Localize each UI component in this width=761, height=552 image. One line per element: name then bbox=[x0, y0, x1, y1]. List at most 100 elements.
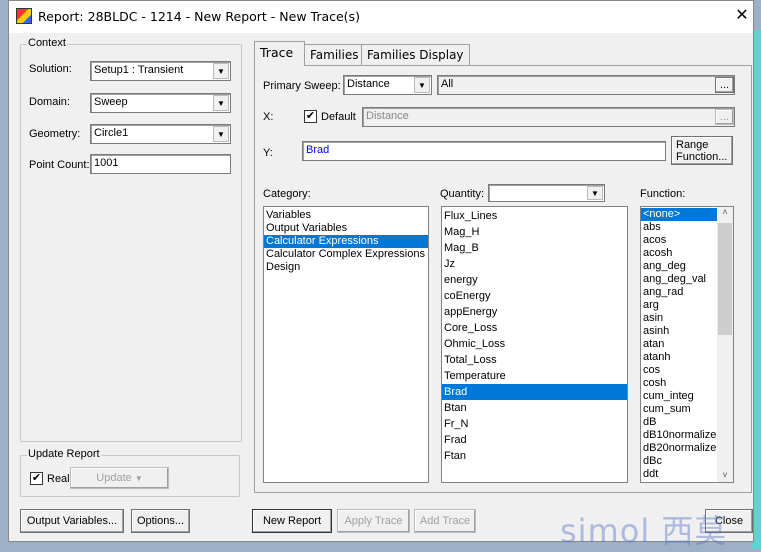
x-expression-field: Distance bbox=[362, 107, 735, 127]
function-item[interactable]: abs bbox=[641, 221, 718, 234]
category-list[interactable]: Variables Output Variables Calculator Expr… bbox=[263, 206, 429, 483]
function-item[interactable]: atan bbox=[641, 338, 718, 351]
quantity-item[interactable]: coEnergy bbox=[442, 288, 627, 304]
sweep-range-field: All bbox=[437, 75, 735, 95]
quantity-item[interactable]: Temperature bbox=[442, 368, 627, 384]
function-item[interactable]: acosh bbox=[641, 247, 718, 260]
quantity-item[interactable]: Total_Loss bbox=[442, 352, 627, 368]
quantity-item[interactable]: Mag_B bbox=[442, 240, 627, 256]
function-item[interactable]: dB20normalize bbox=[641, 442, 718, 455]
chevron-down-icon: ▼ bbox=[587, 186, 603, 200]
apply-trace-button[interactable]: Apply Trace bbox=[337, 509, 410, 533]
quantity-item[interactable]: Core_Loss bbox=[442, 320, 627, 336]
new-report-button[interactable]: New Report bbox=[252, 509, 332, 533]
geometry-label: Geometry: bbox=[29, 128, 81, 140]
chevron-down-icon: ▼ bbox=[213, 63, 229, 79]
function-item[interactable]: <none> bbox=[641, 208, 718, 221]
scrollbar-thumb[interactable] bbox=[718, 223, 732, 335]
category-item[interactable]: Variables bbox=[264, 209, 428, 222]
category-item[interactable]: Calculator Expressions bbox=[264, 235, 428, 248]
sweep-range-value: All bbox=[441, 78, 454, 90]
category-item[interactable]: Calculator Complex Expressions bbox=[264, 248, 428, 261]
quantity-item[interactable]: Ftan bbox=[442, 448, 627, 464]
function-item[interactable]: asinh bbox=[641, 325, 718, 338]
quantity-item[interactable]: Frad bbox=[442, 432, 627, 448]
scroll-down-icon[interactable]: ˅ bbox=[717, 470, 733, 480]
quantity-label: Quantity: bbox=[440, 188, 485, 200]
quantity-item[interactable]: Mag_H bbox=[442, 224, 627, 240]
chevron-down-icon: ▼ bbox=[213, 95, 229, 111]
output-variables-button[interactable]: Output Variables... bbox=[20, 509, 124, 533]
function-item[interactable]: ang_rad bbox=[641, 286, 718, 299]
category-item[interactable]: Output Variables bbox=[264, 222, 428, 235]
function-item[interactable]: dBc bbox=[641, 455, 718, 468]
geometry-value: Circle1 bbox=[94, 127, 129, 139]
function-item[interactable]: ang_deg_val bbox=[641, 273, 718, 286]
range-function-line1: Range bbox=[676, 138, 709, 151]
close-icon[interactable]: ✕ bbox=[731, 5, 753, 27]
solution-label: Solution: bbox=[29, 63, 72, 75]
quantity-item[interactable]: Brad bbox=[442, 384, 627, 400]
update-report-label: Update Report bbox=[27, 448, 101, 460]
function-item[interactable]: atanh bbox=[641, 351, 718, 364]
domain-select[interactable]: Sweep ▼ bbox=[90, 93, 231, 113]
quantity-item[interactable]: Fr_N bbox=[442, 416, 627, 432]
quantity-item[interactable]: Btan bbox=[442, 400, 627, 416]
function-scrollbar[interactable]: ˄ ˅ bbox=[717, 207, 733, 482]
quantity-item[interactable]: appEnergy bbox=[442, 304, 627, 320]
default-checkbox[interactable]: ✔ bbox=[304, 110, 317, 123]
quantity-filter-select[interactable]: ▼ bbox=[488, 184, 605, 202]
scroll-up-icon[interactable]: ˄ bbox=[717, 207, 733, 217]
function-item[interactable]: dB10normalize bbox=[641, 429, 718, 442]
domain-value: Sweep bbox=[94, 96, 128, 108]
range-function-line2: Function... bbox=[676, 150, 728, 163]
tab-families-display[interactable]: Families Display bbox=[361, 44, 470, 65]
chevron-down-icon: ▼ bbox=[134, 473, 143, 483]
function-item[interactable]: dB bbox=[641, 416, 718, 429]
function-list[interactable]: <none> abs acos acosh ang_deg ang_deg_val ang_… bbox=[640, 206, 734, 483]
context-group-label: Context bbox=[27, 37, 67, 49]
y-expression-input[interactable]: Brad bbox=[302, 141, 666, 161]
solution-select[interactable]: Setup1 : Transient ▼ bbox=[90, 61, 231, 81]
domain-label: Domain: bbox=[29, 96, 70, 108]
options-button[interactable]: Options... bbox=[131, 509, 190, 533]
watermark-logo: simol 西莫 bbox=[560, 512, 728, 550]
update-button[interactable]: Update ▼ bbox=[70, 467, 169, 489]
quantity-list[interactable]: Flux_Lines Mag_H Mag_B Jz energy coEnergy appE… bbox=[441, 206, 628, 483]
app-icon bbox=[16, 8, 32, 24]
primary-sweep-value: Distance bbox=[347, 78, 390, 90]
title-bar: Report: 28BLDC - 1214 - New Report - New… bbox=[9, 1, 753, 33]
quantity-item[interactable]: Ohmic_Loss bbox=[442, 336, 627, 352]
tab-families[interactable]: Families bbox=[304, 44, 365, 65]
report-dialog: Report: 28BLDC - 1214 - New Report - New… bbox=[8, 0, 754, 542]
sweep-browse-button[interactable]: ... bbox=[715, 77, 734, 93]
function-item[interactable]: cum_sum bbox=[641, 403, 718, 416]
default-label: Default bbox=[321, 111, 356, 123]
category-label: Category: bbox=[263, 188, 311, 200]
function-item[interactable]: acos bbox=[641, 234, 718, 247]
update-label: Update bbox=[96, 472, 132, 484]
function-item[interactable]: cum_integ bbox=[641, 390, 718, 403]
point-count-input[interactable]: 1001 bbox=[90, 154, 231, 174]
quantity-item[interactable]: Flux_Lines bbox=[442, 208, 627, 224]
quantity-item[interactable]: Jz bbox=[442, 256, 627, 272]
function-item[interactable]: cosh bbox=[641, 377, 718, 390]
function-item[interactable]: asin bbox=[641, 312, 718, 325]
primary-sweep-label: Primary Sweep: bbox=[263, 80, 341, 92]
realtime-checkbox[interactable]: ✔ bbox=[30, 472, 43, 485]
function-item[interactable]: ang_deg bbox=[641, 260, 718, 273]
function-item[interactable]: ddt bbox=[641, 468, 718, 481]
function-label: Function: bbox=[640, 188, 686, 200]
tab-trace[interactable]: Trace bbox=[254, 41, 305, 66]
x-browse-button: ... bbox=[715, 109, 734, 125]
range-function-button[interactable]: Range Function... bbox=[671, 136, 733, 165]
function-item[interactable]: cos bbox=[641, 364, 718, 377]
function-item[interactable]: arg bbox=[641, 299, 718, 312]
window-title: Report: 28BLDC - 1214 - New Report - New… bbox=[38, 9, 360, 24]
point-count-label: Point Count: bbox=[29, 159, 90, 171]
primary-sweep-select[interactable]: Distance ▼ bbox=[343, 75, 432, 95]
quantity-item[interactable]: energy bbox=[442, 272, 627, 288]
geometry-select[interactable]: Circle1 ▼ bbox=[90, 124, 231, 144]
category-item[interactable]: Design bbox=[264, 261, 428, 274]
add-trace-button[interactable]: Add Trace bbox=[414, 509, 476, 533]
